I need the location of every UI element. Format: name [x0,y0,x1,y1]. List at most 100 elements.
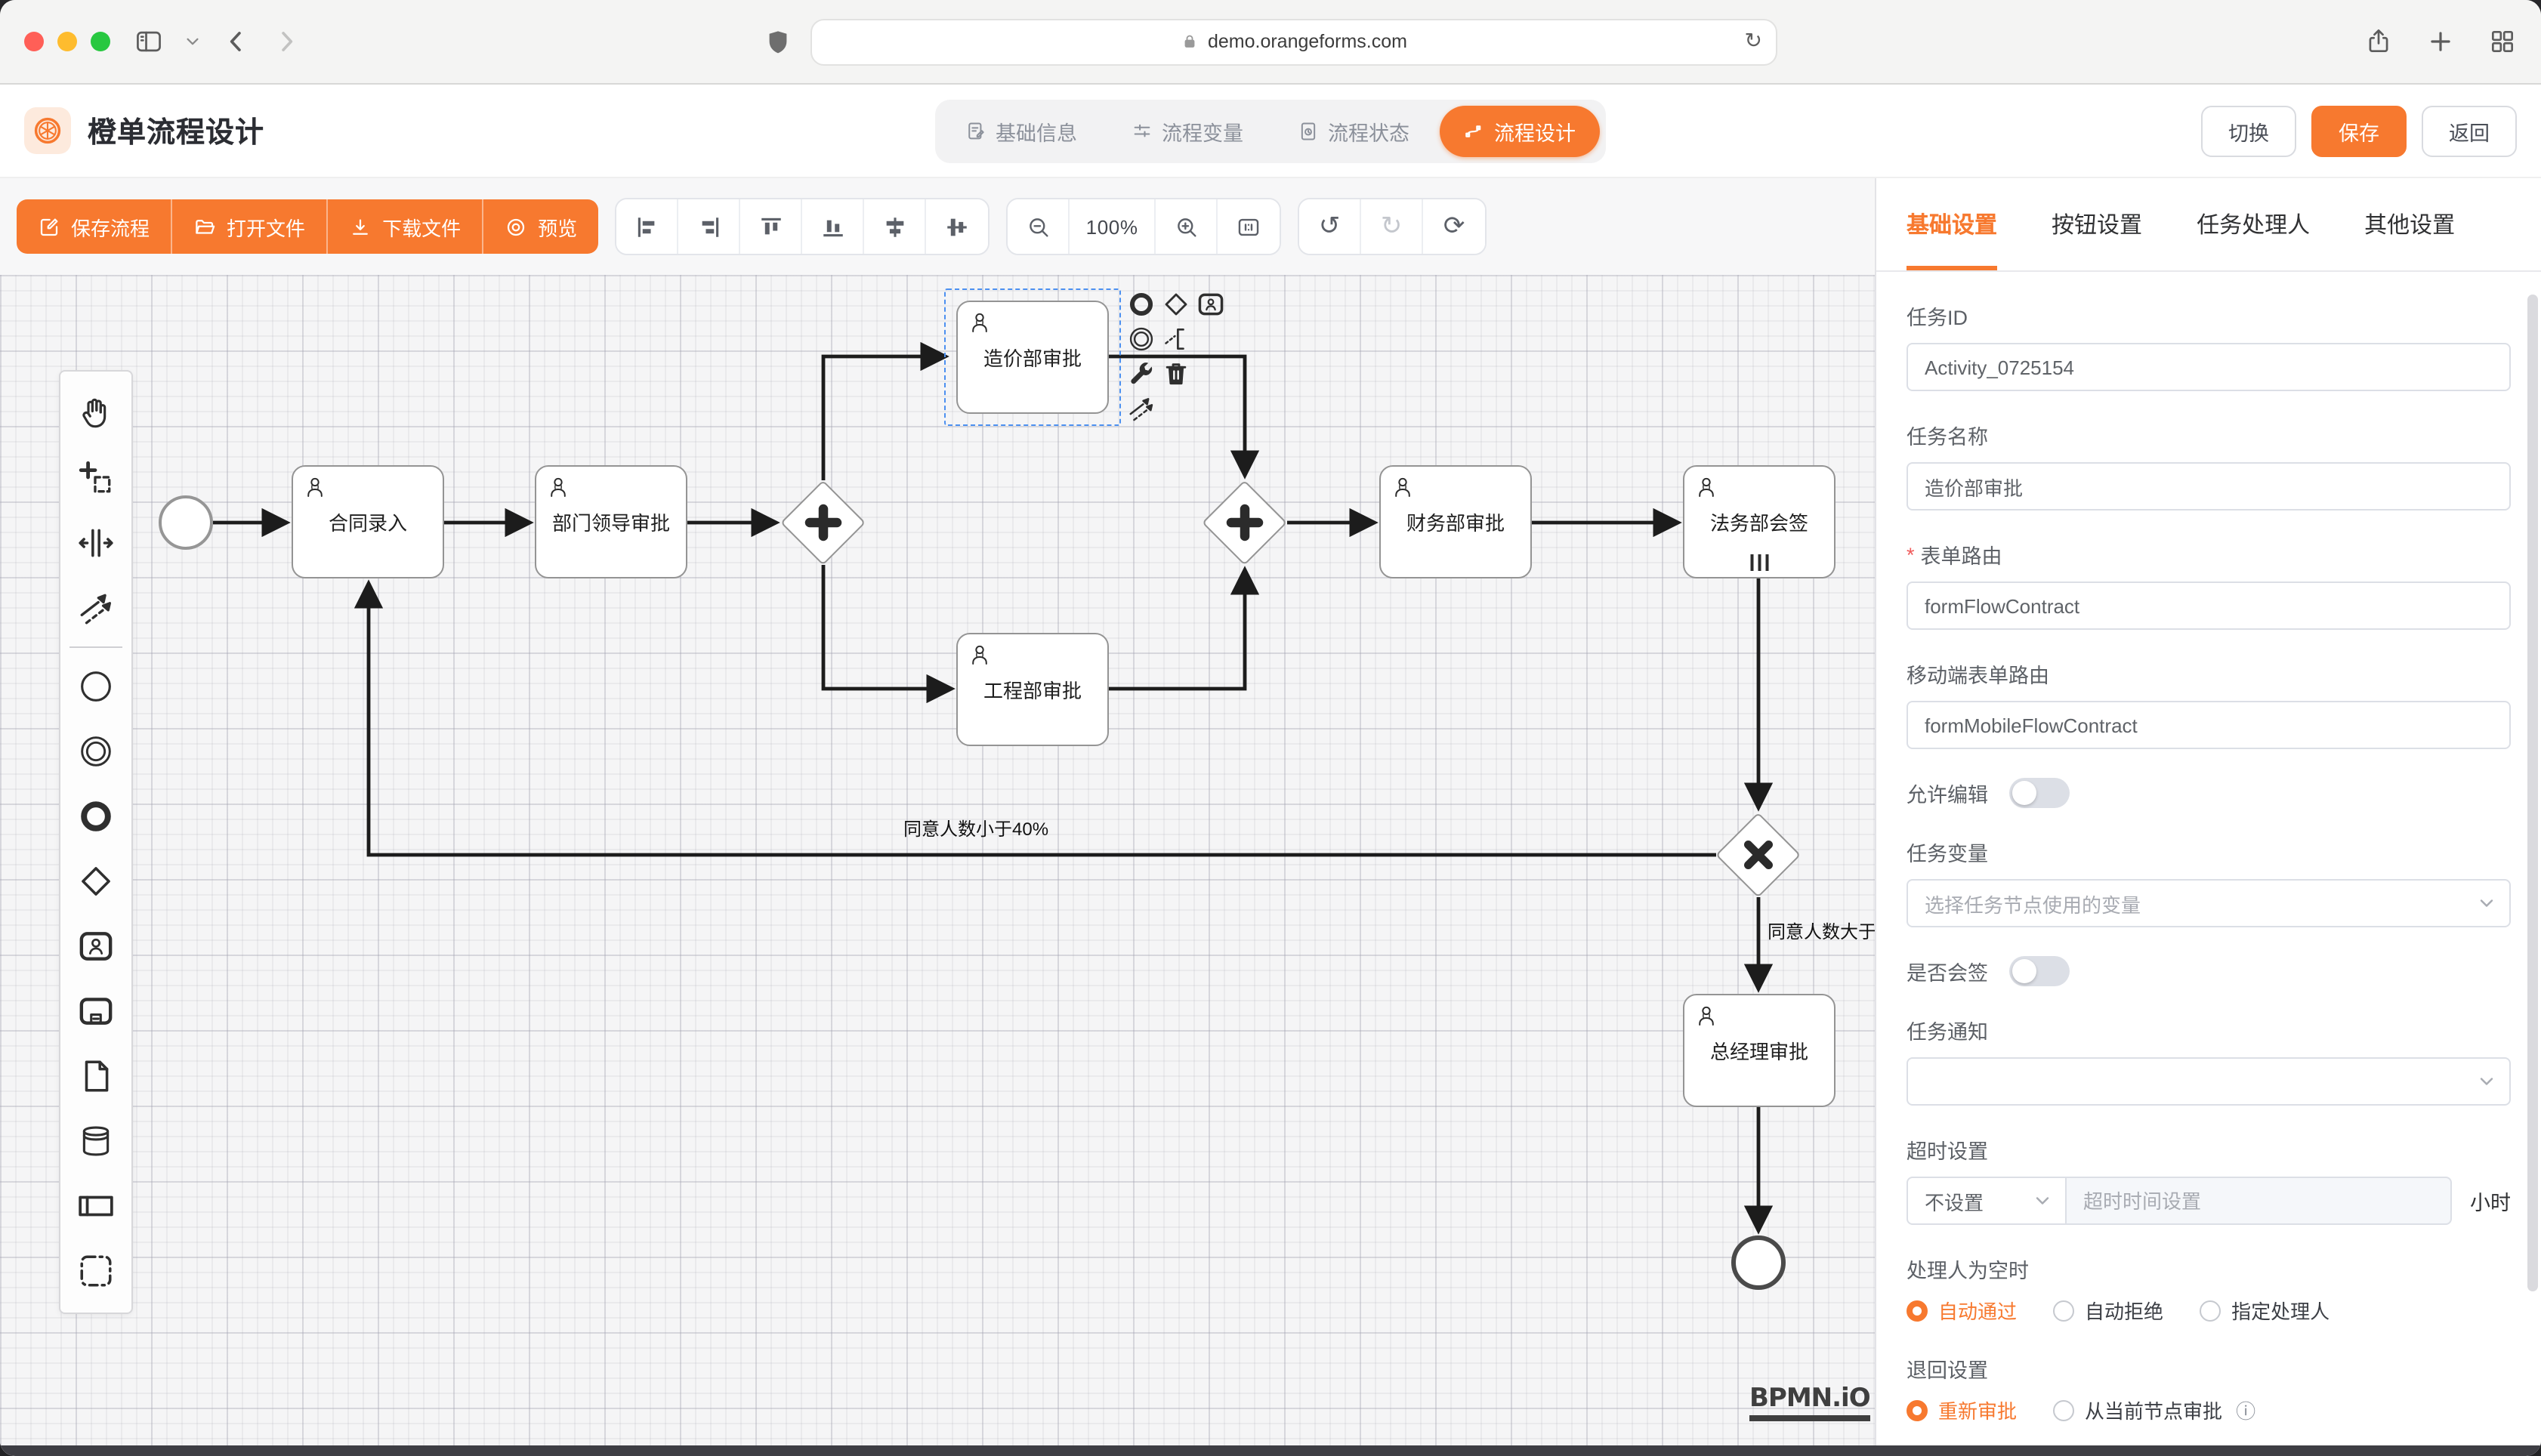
timeout-value-input[interactable] [2067,1177,2452,1225]
general-manager-approval[interactable]: 总经理审批 [1683,994,1836,1107]
data-store-icon[interactable] [59,1109,133,1174]
file-icon[interactable] [59,1044,133,1109]
contract-entry[interactable]: 合同录入 [292,465,444,578]
intermediate-event-icon[interactable] [59,719,133,784]
context-gateway-icon[interactable] [1162,290,1190,319]
task-label: 法务部会签 [1710,507,1808,536]
user-task-person-icon [1693,474,1719,500]
context-ev-mid-icon[interactable] [1127,325,1156,353]
undo-button[interactable]: ↺ [1299,199,1361,254]
task-name-input[interactable] [1907,462,2511,511]
align-right-button[interactable] [678,199,740,254]
allow-edit-toggle[interactable] [2009,778,2070,808]
timeout-mode-select[interactable]: 不设置 [1907,1177,2067,1225]
field-form-route: * 表单路由 [1907,539,2511,630]
reload-icon[interactable]: ↻ [1745,31,1762,52]
radio-from-current-node[interactable]: 从当前节点审批ⓘ [2053,1396,2255,1424]
context-user-task-icon[interactable] [1196,290,1225,319]
user-task-icon[interactable] [59,914,133,979]
chevron-down-icon[interactable] [184,33,201,50]
exclusive-gateway[interactable] [1716,813,1801,897]
fit-view-button[interactable] [1218,199,1280,254]
form-route-input[interactable] [1907,581,2511,630]
close-window-button[interactable] [24,32,44,51]
legal-dept-countersign[interactable]: 法务部会签 [1683,465,1836,578]
parallel-gateway-join[interactable] [1203,480,1287,565]
align-top-button[interactable] [740,199,802,254]
back-button[interactable]: 返回 [2422,105,2517,156]
save-button[interactable]: 保存 [2311,105,2407,156]
mobile-form-route-input[interactable] [1907,701,2511,749]
countersign-toggle[interactable] [2009,956,2070,986]
tab-基础信息[interactable]: 基础信息 [941,105,1101,156]
engineering-dept-approval[interactable]: 工程部审批 [956,633,1109,746]
parallel-gateway-split[interactable] [781,480,866,565]
task-label: 总经理审批 [1710,1036,1808,1065]
tab-overview-icon[interactable] [2488,27,2517,56]
panel-tab-其他设置[interactable]: 其他设置 [2364,178,2455,270]
dept-leader-approval[interactable]: 部门领导审批 [535,465,687,578]
refresh-button[interactable]: ⟳ [1423,199,1485,254]
minimize-window-button[interactable] [57,32,77,51]
context-ev-end-icon[interactable] [1127,290,1156,319]
finance-dept-approval[interactable]: 财务部审批 [1379,465,1532,578]
end-event[interactable] [1731,1235,1786,1290]
hand-tool-icon[interactable] [59,381,133,446]
align-bottom-button[interactable] [802,199,864,254]
context-wrench-icon[interactable] [1127,359,1156,388]
gateway-icon[interactable] [59,849,133,914]
context-connect-icon[interactable] [1127,394,1156,423]
align-vcenter-button[interactable] [926,199,988,254]
align-left-button[interactable] [616,199,678,254]
task-id-input[interactable] [1907,343,2511,391]
task-variables-select[interactable]: 选择任务节点使用的变量 [1907,879,2511,927]
sequence-flow-4[interactable] [823,565,952,689]
zoom-in-button[interactable] [1156,199,1218,254]
space-tool-icon[interactable] [59,511,133,575]
subprocess-icon[interactable] [59,979,133,1044]
bpmn-io-logo[interactable]: BPMN.iO [1749,1384,1870,1421]
sequence-flow-3[interactable] [823,356,946,480]
new-tab-icon[interactable] [2426,27,2455,56]
task-notify-select[interactable] [1907,1057,2511,1106]
panel-tab-任务处理人[interactable]: 任务处理人 [2197,178,2310,270]
page-title: 橙单流程设计 [88,110,264,151]
zoom-out-button[interactable] [1008,199,1070,254]
shield-icon[interactable] [764,27,792,56]
radio-auto-approve[interactable]: 自动通过 [1907,1296,2017,1325]
tab-流程设计[interactable]: 流程设计 [1440,105,1600,156]
back-icon[interactable] [222,27,251,56]
start-event-icon[interactable] [59,654,133,719]
end-event-icon[interactable] [59,784,133,849]
align-hcenter-button[interactable] [864,199,926,254]
url-bar[interactable]: demo.orangeforms.com ↻ [810,18,1777,65]
connection-tool-icon[interactable] [59,575,133,640]
redo-button[interactable]: ↻ [1361,199,1423,254]
toolbar-保存流程-button[interactable]: 保存流程 [17,199,172,254]
forward-icon[interactable] [272,27,301,56]
radio-auto-reject[interactable]: 自动拒绝 [2053,1296,2163,1325]
toolbar-预览-button[interactable]: 预览 [483,199,598,254]
panel-scrollbar[interactable] [2527,295,2538,1291]
tab-流程变量[interactable]: 流程变量 [1107,105,1267,156]
panel-tab-基础设置[interactable]: 基础设置 [1907,178,1997,270]
group-icon[interactable] [59,1239,133,1303]
sidebar-icon[interactable] [134,27,163,56]
start-event[interactable] [159,495,213,550]
context-trash-icon[interactable] [1162,359,1190,388]
zoom-window-button[interactable] [91,32,110,51]
info-icon[interactable]: ⓘ [2236,1396,2255,1424]
lasso-tool-icon[interactable] [59,446,133,511]
radio-re-approve[interactable]: 重新审批 [1907,1396,2017,1424]
bpmn-canvas[interactable]: 合同录入部门领导审批造价部审批工程部审批财务部审批法务部会签总经理审批 BPMN… [0,275,1875,1456]
toolbar-打开文件-button[interactable]: 打开文件 [172,199,328,254]
pool-icon[interactable] [59,1174,133,1239]
tab-流程状态[interactable]: 流程状态 [1274,105,1434,156]
context-annotation-icon[interactable] [1162,325,1190,353]
radio-assign-handler[interactable]: 指定处理人 [2200,1296,2330,1325]
share-icon[interactable] [2364,27,2393,56]
sequence-flow-6[interactable] [1109,569,1245,689]
panel-tab-按钮设置[interactable]: 按钮设置 [2052,178,2142,270]
switch-button[interactable]: 切换 [2201,105,2296,156]
toolbar-下载文件-button[interactable]: 下载文件 [328,199,483,254]
